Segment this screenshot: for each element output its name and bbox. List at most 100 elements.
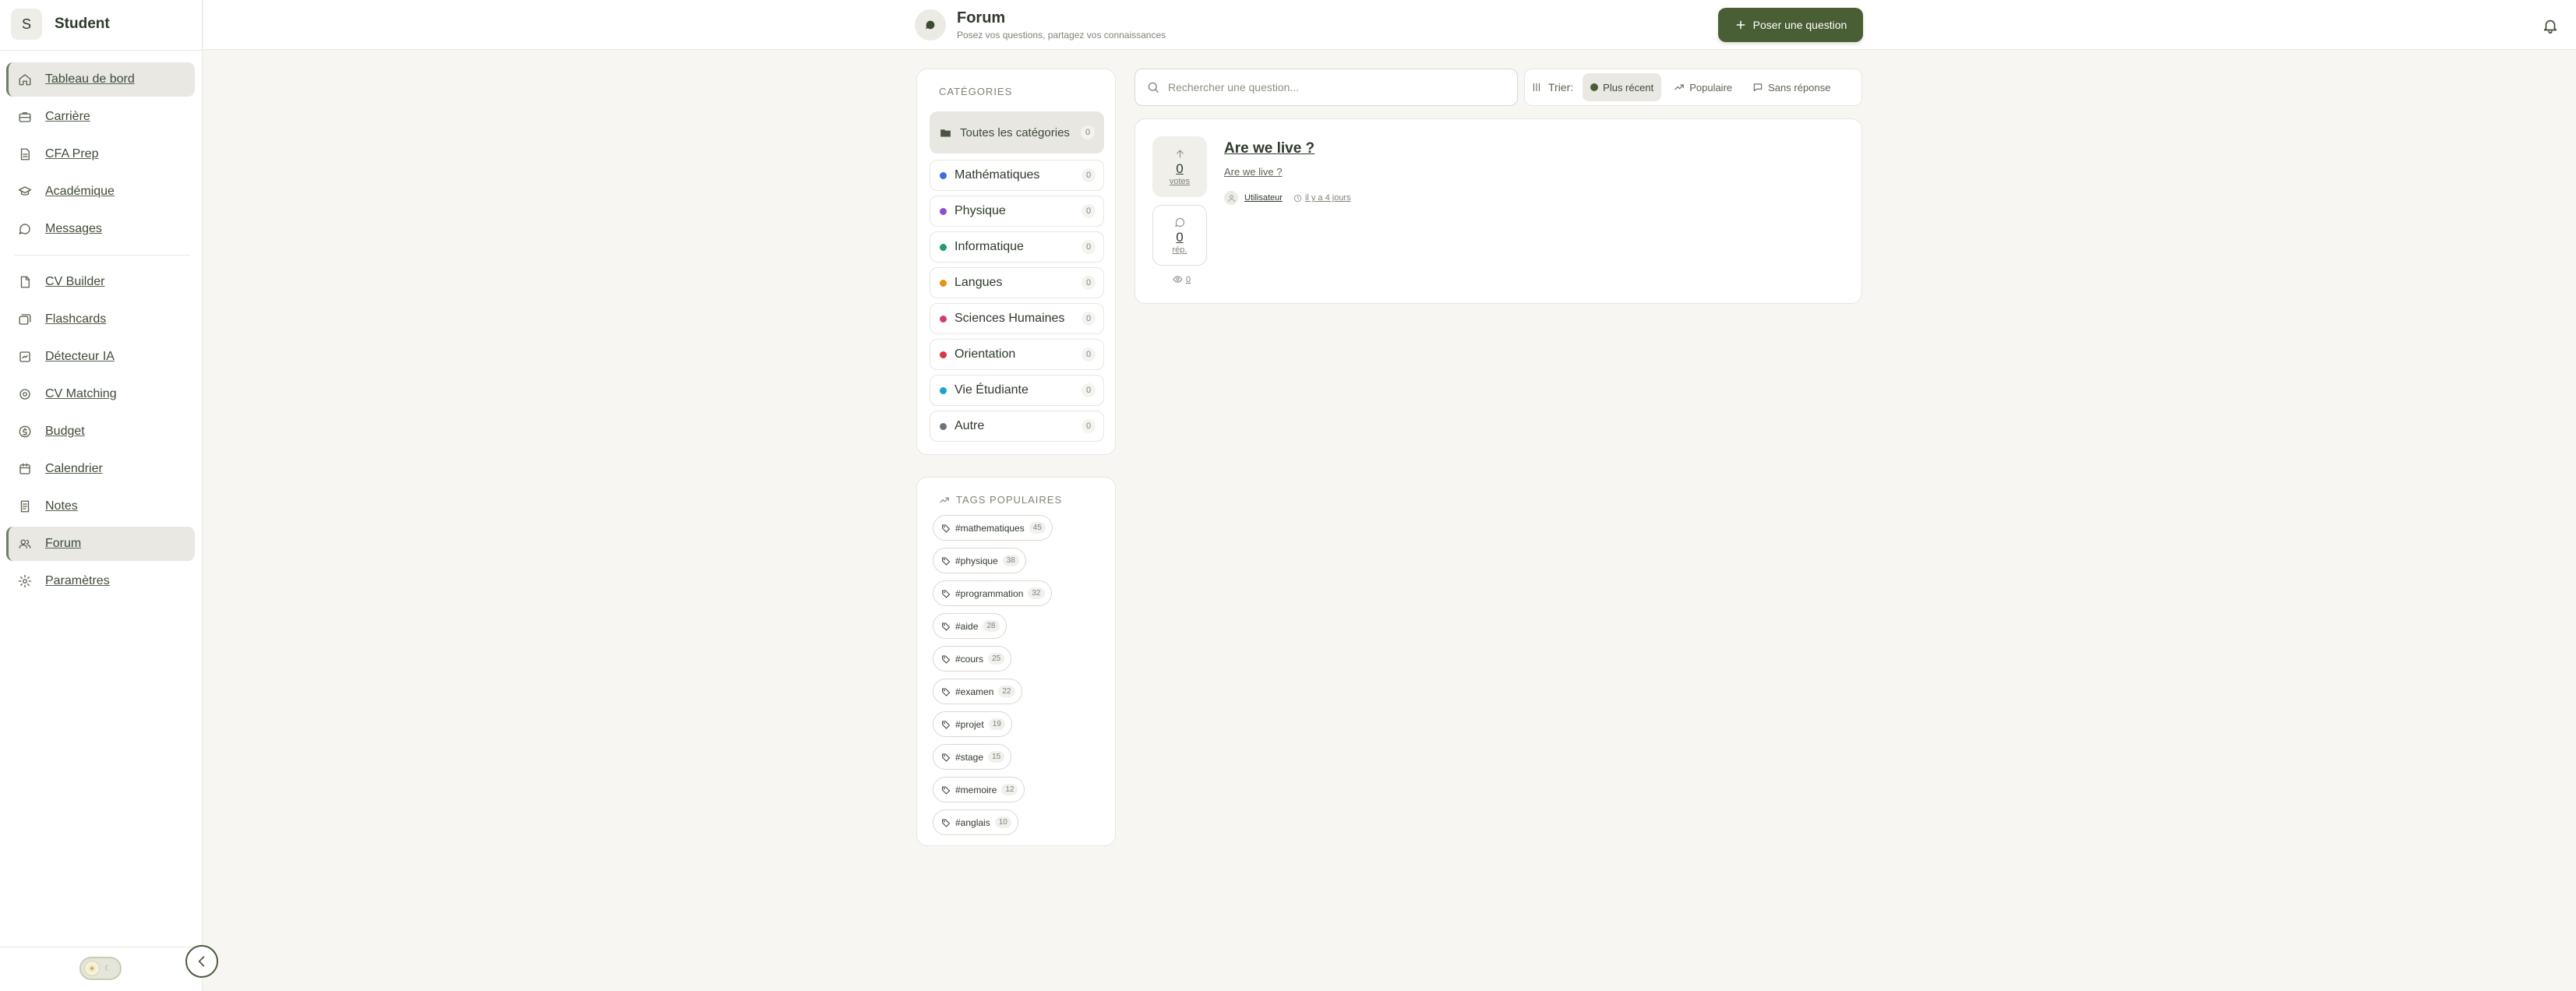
arrow-up-icon (1176, 150, 1184, 157)
category-color-dot (940, 315, 947, 323)
category-autre[interactable]: Autre 0 (930, 411, 1104, 442)
notification-bell-icon[interactable] (2542, 17, 2559, 38)
tag-label: #aide (955, 620, 979, 632)
tag-icon (942, 622, 950, 630)
question-time: il y a 4 jours (1293, 193, 1351, 203)
sidebar-item-label: Forum (45, 537, 82, 550)
category-count: 0 (1082, 168, 1096, 182)
tag-icon (942, 786, 950, 794)
tag-chip[interactable]: #stage 15 (933, 744, 1012, 770)
sidebar-item-label: Académique (45, 185, 115, 198)
tag-count: 32 (1028, 587, 1045, 599)
category-color-dot (940, 171, 947, 179)
brand[interactable]: S Student (11, 9, 110, 40)
question-time-label: il y a 4 jours (1304, 193, 1351, 203)
category-label: Mathématiques (955, 168, 1040, 182)
search-input[interactable] (1168, 81, 1495, 93)
sidebar-item-carriere[interactable]: Carrière (6, 100, 195, 134)
dollar-icon (19, 425, 31, 438)
search-icon (1148, 82, 1159, 93)
tag-icon (942, 688, 950, 696)
question-card[interactable]: 0 votes 0 rép. 0 Are we live ? Are we li… (1134, 118, 1862, 304)
sort-recent-button[interactable]: Plus récent (1583, 73, 1662, 101)
categories-card: CATÉGORIES Toutes les catégories 0 Mathé… (916, 69, 1116, 455)
category-color-dot (940, 243, 947, 251)
active-dot-icon (1590, 83, 1599, 91)
ask-question-label: Poser une question (1752, 19, 1847, 31)
sidebar-item-cv-matching[interactable]: CV Matching (6, 377, 195, 411)
tag-chip[interactable]: #memoire 12 (933, 777, 1025, 802)
sidebar-item-parametres[interactable]: Paramètres (6, 564, 195, 598)
category-all[interactable]: Toutes les catégories 0 (930, 111, 1104, 153)
sidebar-item-label: Flashcards (45, 312, 107, 326)
category-langues[interactable]: Langues 0 (930, 267, 1104, 298)
search-bar (1134, 69, 1518, 106)
sidebar-item-flashcards[interactable]: Flashcards (6, 302, 195, 337)
tag-chip[interactable]: #programmation 32 (933, 580, 1052, 606)
category-sciences-humaines[interactable]: Sciences Humaines 0 (930, 303, 1104, 334)
question-title[interactable]: Are we live ? (1224, 140, 1314, 157)
tag-icon (942, 590, 950, 598)
sidebar-item-academique[interactable]: Académique (6, 175, 195, 209)
ask-question-button[interactable]: Poser une question (1718, 8, 1863, 42)
popular-tags-card: TAGS POPULAIRES #mathematiques 45 #physiq… (916, 477, 1116, 846)
tag-chip[interactable]: #mathematiques 45 (933, 515, 1053, 541)
sidebar-item-budget[interactable]: Budget (6, 414, 195, 449)
sidebar-item-label: CV Builder (45, 275, 105, 288)
message-square-icon (1753, 83, 1763, 92)
graduation-cap-icon (18, 186, 32, 196)
sidebar-item-forum[interactable]: Forum (6, 527, 195, 561)
question-author[interactable]: Utilisateur (1244, 193, 1283, 203)
sidebar-item-label: Notes (45, 499, 78, 513)
categories-heading: CATÉGORIES (939, 86, 1013, 97)
users-icon (19, 539, 31, 548)
reply-count: 0 (1176, 229, 1184, 245)
category-color-dot (940, 279, 947, 287)
sidebar-item-label: CFA Prep (45, 147, 99, 160)
tag-chip[interactable]: #cours 25 (933, 646, 1012, 672)
tag-count: 38 (1002, 555, 1019, 566)
tag-label: #anglais (955, 816, 990, 828)
tag-chip[interactable]: #physique 38 (933, 548, 1026, 573)
sidebar-item-notes[interactable]: Notes (6, 489, 195, 524)
category-count: 0 (1082, 347, 1096, 361)
tag-icon (942, 819, 950, 827)
tag-count: 25 (988, 653, 1005, 665)
tags-heading-label: TAGS POPULAIRES (956, 494, 1063, 506)
theme-toggle[interactable]: ☀ ☾ (79, 957, 122, 980)
category-informatique[interactable]: Informatique 0 (930, 231, 1104, 263)
folder-icon (940, 129, 951, 136)
calendar-icon (19, 463, 30, 474)
page-title: Forum (957, 9, 1006, 26)
sidebar-nav-main: Tableau de bord Carrière CFA Prep Académ… (6, 62, 195, 249)
message-icon (1174, 217, 1184, 227)
view-count: 0 (1186, 274, 1191, 284)
category-label: Toutes les catégories (960, 125, 1070, 139)
tag-chip[interactable]: #aide 28 (933, 613, 1007, 639)
category-vie-etudiante[interactable]: Vie Étudiante 0 (930, 375, 1104, 406)
category-count: 0 (1082, 204, 1096, 218)
tag-chip[interactable]: #anglais 10 (933, 809, 1018, 835)
sidebar-item-tableau-de-bord[interactable]: Tableau de bord (6, 62, 195, 97)
tag-label: #programmation (955, 587, 1024, 599)
chevron-left-icon (198, 956, 205, 967)
category-physique[interactable]: Physique 0 (930, 196, 1104, 227)
tag-chip[interactable]: #projet 19 (933, 711, 1012, 737)
category-orientation[interactable]: Orientation 0 (930, 339, 1104, 370)
collapse-sidebar-button[interactable] (185, 945, 218, 978)
tag-label: #physique (955, 555, 998, 566)
tags-heading: TAGS POPULAIRES (939, 494, 1062, 506)
sidebar-item-detecteur-ia[interactable]: Détecteur IA (6, 340, 195, 374)
sort-popular-button[interactable]: Populaire (1666, 73, 1740, 101)
forum-heading: Forum Posez vos questions, partagez vos … (915, 9, 1166, 41)
vote-box[interactable]: 0 votes (1152, 136, 1207, 197)
sidebar-item-messages[interactable]: Messages (6, 212, 195, 246)
tag-label: #cours (955, 653, 984, 665)
tag-count: 19 (988, 718, 1005, 730)
tag-chip[interactable]: #examen 22 (933, 679, 1022, 704)
sidebar-item-calendrier[interactable]: Calendrier (6, 452, 195, 486)
sidebar-item-cfa-prep[interactable]: CFA Prep (6, 137, 195, 171)
sidebar-item-cv-builder[interactable]: CV Builder (6, 265, 195, 299)
category-mathematiques[interactable]: Mathématiques 0 (930, 160, 1104, 191)
sort-unanswered-button[interactable]: Sans réponse (1745, 73, 1838, 101)
